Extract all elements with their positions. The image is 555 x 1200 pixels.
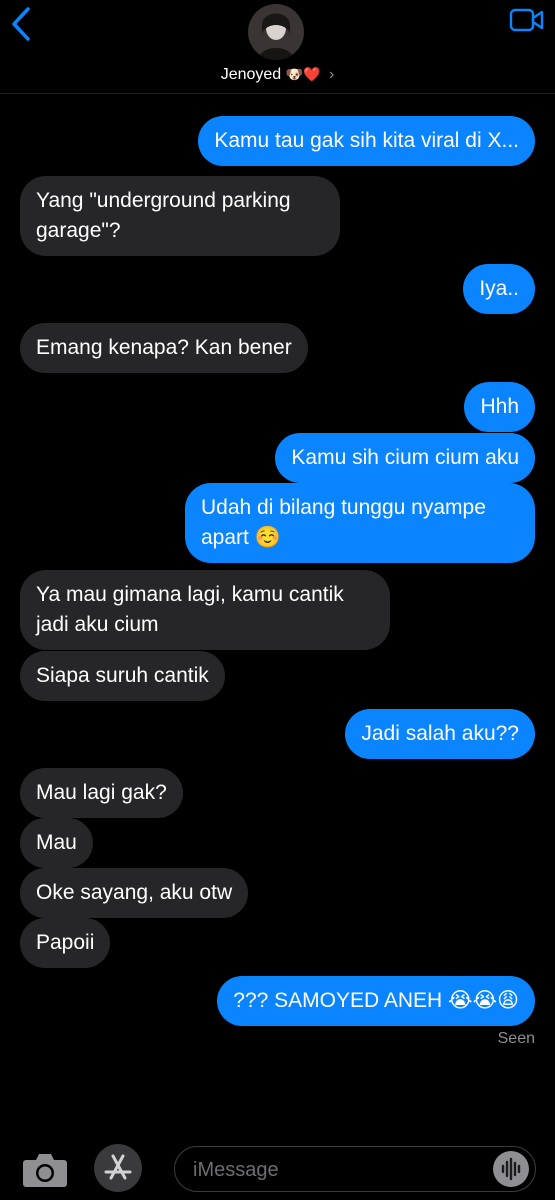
facetime-video-button[interactable] [509,6,545,34]
message-bubble-incoming[interactable]: Emang kenapa? Kan bener [20,323,308,373]
app-store-button[interactable] [94,1144,142,1192]
message-composer [0,1140,555,1200]
message-input-container[interactable] [174,1146,536,1192]
read-receipt: Seen [497,1030,535,1047]
message-bubble-incoming[interactable]: Papoii [20,918,111,968]
message-bubble-incoming[interactable]: Ya mau gimana lagi, kamu cantik jadi aku… [20,570,390,650]
camera-icon [23,1154,67,1187]
contact-name-button[interactable]: Jenoyed 🐶❤️ › [0,66,555,84]
message-bubble-incoming[interactable]: Mau [20,818,93,868]
camera-button[interactable] [22,1150,68,1188]
message-bubble-outgoing[interactable]: Jadi salah aku?? [345,709,535,759]
messages-screen: Jenoyed 🐶❤️ › Kamu tau gak sih kita vira… [0,0,555,1200]
chevron-left-icon [12,7,30,41]
video-camera-icon [509,8,544,32]
back-button[interactable] [8,6,38,42]
message-bubble-outgoing[interactable]: Iya.. [463,264,535,314]
message-bubble-incoming[interactable]: Yang "underground parking garage"? [20,176,340,256]
contact-avatar[interactable] [248,4,304,60]
message-bubble-outgoing[interactable]: Kamu tau gak sih kita viral di X... [198,116,535,166]
message-bubble-outgoing[interactable]: Udah di bilang tunggu nyampe apart ☺️ [185,483,535,563]
message-bubble-outgoing[interactable]: Hhh [464,382,535,432]
contact-name: Jenoyed [220,66,282,83]
app-store-icon [104,1154,132,1180]
chevron-right-icon: › [328,66,335,83]
message-input[interactable] [193,1155,483,1185]
audio-message-button[interactable] [493,1151,529,1187]
audio-waveform-icon [501,1157,521,1181]
message-bubble-incoming[interactable]: Oke sayang, aku otw [20,868,249,918]
conversation-header: Jenoyed 🐶❤️ › [0,0,555,94]
message-bubble-outgoing[interactable]: ??? SAMOYED ANEH 😭😭😩 [217,976,535,1026]
contact-emojis: 🐶❤️ [285,67,321,83]
message-bubble-outgoing[interactable]: Kamu sih cium cium aku [275,433,535,483]
message-bubble-incoming[interactable]: Mau lagi gak? [20,768,183,818]
message-bubble-incoming[interactable]: Siapa suruh cantik [20,651,225,701]
